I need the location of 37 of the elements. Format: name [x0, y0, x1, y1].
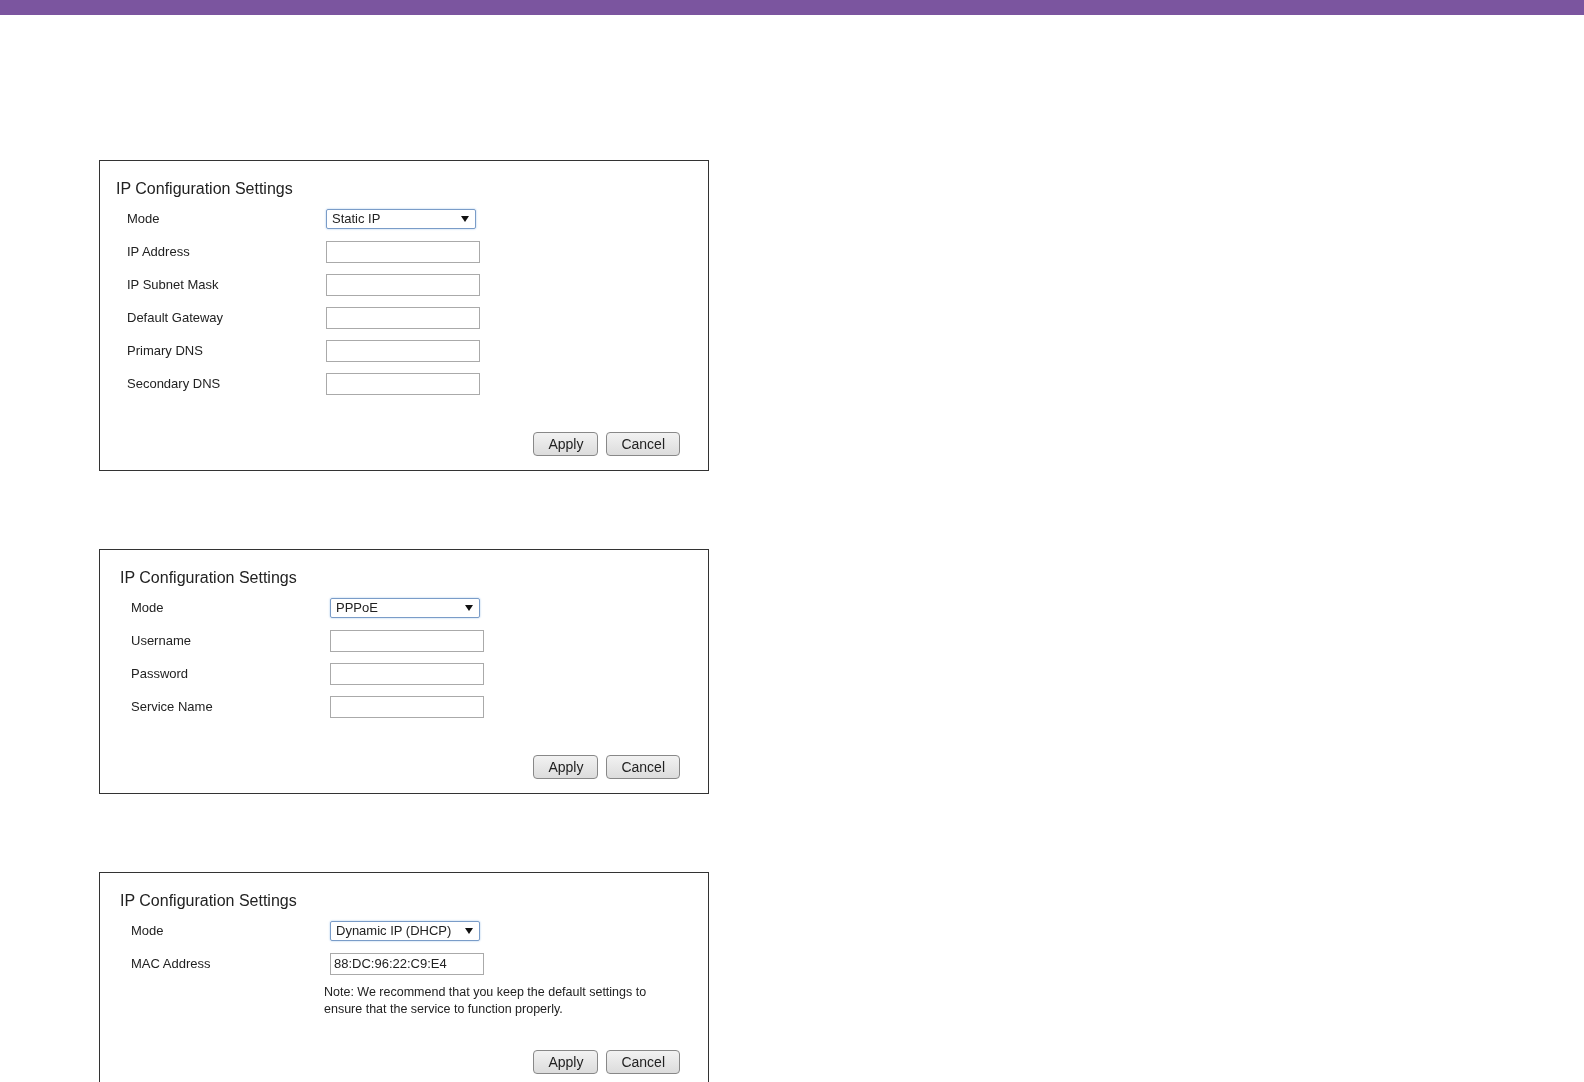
form-button[interactable]: Apply — [533, 755, 599, 779]
field-label: Service Name — [131, 699, 214, 714]
input-field[interactable] — [330, 629, 484, 652]
input-field[interactable] — [326, 273, 480, 296]
field-label: Default Gateway — [127, 310, 225, 325]
panel-title: IP Configuration Settings — [120, 891, 298, 911]
form-button[interactable]: Cancel — [606, 755, 680, 779]
field-label: Mode — [127, 211, 161, 226]
mode-dropdown[interactable]: Dynamic IP (DHCP) — [330, 920, 480, 941]
field-label: Primary DNS — [127, 343, 204, 358]
form-button[interactable]: Apply — [533, 1050, 599, 1074]
panel-title: IP Configuration Settings — [116, 179, 294, 199]
form-button[interactable]: Cancel — [606, 1050, 680, 1074]
field-label: Username — [131, 633, 192, 648]
form-button[interactable]: Apply — [533, 432, 599, 456]
input-field[interactable] — [326, 306, 480, 329]
panel-title: IP Configuration Settings — [120, 568, 298, 588]
input-field[interactable] — [330, 695, 484, 718]
field-label: IP Subnet Mask — [127, 277, 220, 292]
mode-dropdown[interactable]: Static IP — [326, 208, 476, 229]
note-text: Note: We recommend that you keep the default settings to ensure that the service to function properly. — [324, 984, 648, 1018]
input-field[interactable] — [326, 240, 480, 263]
input-field[interactable] — [330, 662, 484, 685]
field-label: Mode — [131, 923, 165, 938]
field-label: MAC Address — [131, 956, 212, 971]
input-field[interactable] — [326, 339, 480, 362]
field-label: Password — [131, 666, 190, 681]
field-label: IP Address — [127, 244, 191, 259]
input-field[interactable]: 88:DC:96:22:C9:E4 — [330, 952, 484, 975]
mode-dropdown[interactable]: PPPoE — [330, 597, 480, 618]
input-field[interactable] — [326, 372, 480, 395]
form-button[interactable]: Cancel — [606, 432, 680, 456]
field-label: Secondary DNS — [127, 376, 222, 391]
caret-icon — [465, 927, 473, 934]
field-label: Mode — [131, 600, 165, 615]
caret-icon — [461, 215, 469, 222]
caret-icon — [465, 604, 473, 611]
